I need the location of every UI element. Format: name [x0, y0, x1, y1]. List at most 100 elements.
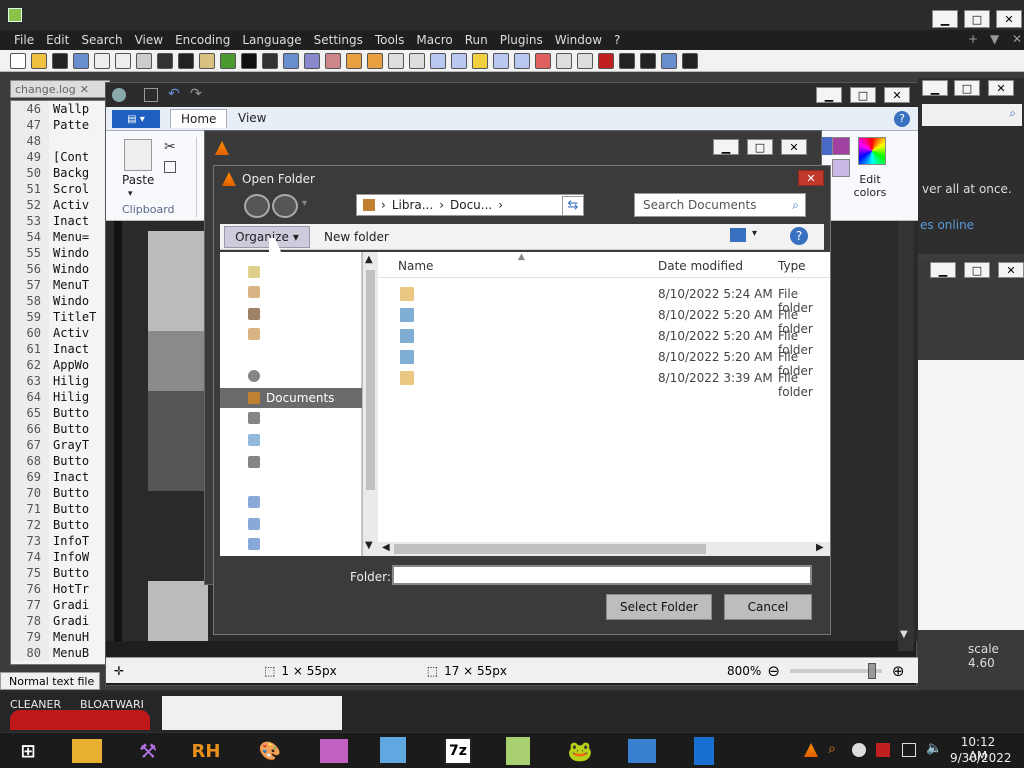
- copy-icon[interactable]: [164, 161, 176, 173]
- editor-line[interactable]: 78 Gradi: [11, 613, 109, 629]
- new-tab-icon[interactable]: +: [962, 32, 984, 46]
- volume-icon[interactable]: 🔈: [926, 741, 942, 756]
- replace-icon[interactable]: [283, 52, 299, 69]
- editor-line[interactable]: 64 Hilig: [11, 389, 109, 405]
- sevenzip-icon[interactable]: 7z: [444, 737, 472, 765]
- organize-button[interactable]: Organize ▾: [224, 226, 310, 248]
- scroll-thumb[interactable]: [366, 270, 375, 490]
- notepadpp-taskbar-icon[interactable]: [506, 737, 530, 765]
- menu-encoding[interactable]: Encoding: [169, 33, 236, 47]
- print-icon[interactable]: [136, 52, 152, 69]
- zoom-slider[interactable]: [789, 662, 882, 679]
- editor-line[interactable]: 71 Butto: [11, 501, 109, 517]
- menu-language[interactable]: Language: [236, 33, 307, 47]
- cut-icon[interactable]: [157, 52, 173, 69]
- vlc-minimize-button[interactable]: ▁: [713, 139, 739, 155]
- clipboard-paste-icon[interactable]: [124, 139, 152, 171]
- editor-line[interactable]: 48: [11, 133, 109, 149]
- right-search-box[interactable]: ⌕: [922, 104, 1022, 126]
- open-file-icon[interactable]: [31, 52, 47, 69]
- monitor-app-icon[interactable]: [628, 739, 656, 763]
- tab-view[interactable]: View: [238, 111, 266, 125]
- color-swatch-purple[interactable]: [832, 137, 850, 155]
- scroll-right-icon[interactable]: ▶: [816, 542, 824, 553]
- cut-icon[interactable]: ✂: [164, 139, 176, 155]
- tree-pictures[interactable]: [220, 430, 362, 450]
- paste-dropdown-icon[interactable]: ▾: [128, 189, 133, 199]
- help-button[interactable]: ?: [790, 227, 808, 245]
- tree-music[interactable]: [220, 408, 362, 428]
- network-tray-icon[interactable]: [902, 743, 916, 757]
- rh-app-icon[interactable]: RH: [192, 737, 221, 765]
- editor-line[interactable]: 61 Inact: [11, 341, 109, 357]
- new-folder-button[interactable]: New folder: [324, 226, 389, 248]
- editor-line[interactable]: 53 Inact: [11, 213, 109, 229]
- back-button[interactable]: [244, 194, 270, 218]
- editor-line[interactable]: 62 AppWo: [11, 357, 109, 373]
- redo-icon[interactable]: [241, 52, 257, 69]
- paint-help-icon[interactable]: ?: [894, 111, 910, 127]
- menu-plugins[interactable]: Plugins: [494, 33, 549, 47]
- column-date-modified[interactable]: Date modified: [658, 259, 743, 273]
- breadcrumb-sep-icon[interactable]: ›: [498, 198, 503, 212]
- zoom-in-button[interactable]: ⊕: [892, 662, 905, 680]
- paint-vscroll[interactable]: ▼: [898, 221, 914, 651]
- editor-line[interactable]: 55 Windo: [11, 245, 109, 261]
- tree-computer[interactable]: [220, 492, 362, 512]
- editor-line[interactable]: 74 InfoW: [11, 549, 109, 565]
- breadcrumb-libraries[interactable]: Libra...: [392, 198, 433, 212]
- editor-line[interactable]: 75 Butto: [11, 565, 109, 581]
- play-macro-icon[interactable]: [640, 52, 656, 69]
- view-dropdown-icon[interactable]: ▾: [752, 228, 757, 239]
- npp-close-button[interactable]: ✕: [996, 10, 1022, 28]
- breadcrumb-documents[interactable]: Docu...: [450, 198, 492, 212]
- paint-undo-icon[interactable]: ↶: [168, 86, 180, 102]
- list-item[interactable]: 8/10/2022 5:24 AM File folder: [378, 284, 830, 315]
- sync-v-icon[interactable]: [346, 52, 362, 69]
- editor-line[interactable]: 68 Butto: [11, 453, 109, 469]
- editor-line[interactable]: 76 HotTr: [11, 581, 109, 597]
- list-item[interactable]: 8/10/2022 5:20 AM File folder: [378, 305, 830, 336]
- editor-line[interactable]: 50 Backg: [11, 165, 109, 181]
- tab-change-log[interactable]: change.log ✕: [10, 80, 110, 98]
- npp-editor[interactable]: 46 Wallp 47 Patte 48 49 [Cont 50 Backg 51 Scrol 52 A…: [10, 100, 110, 665]
- vlc-close-button[interactable]: ✕: [781, 139, 807, 155]
- canvas-image[interactable]: [148, 231, 208, 331]
- notepad-app-icon[interactable]: [380, 737, 406, 763]
- sync-h-icon[interactable]: [367, 52, 383, 69]
- monitor-icon[interactable]: [535, 52, 551, 69]
- list-item[interactable]: 8/10/2022 5:20 AM File folder: [378, 326, 830, 357]
- vlc-tray-icon[interactable]: [804, 743, 818, 757]
- paint-minimize-button[interactable]: ▁: [816, 87, 842, 103]
- scroll-left-icon[interactable]: ◀: [382, 542, 390, 553]
- file-explorer-icon[interactable]: [72, 739, 102, 763]
- right-close-button[interactable]: ✕: [988, 80, 1014, 96]
- tab-close-icon[interactable]: ✕: [80, 83, 89, 96]
- clock-date[interactable]: 9/30/2022: [950, 751, 1012, 765]
- folder-workspace-icon[interactable]: [514, 52, 530, 69]
- doc-map-icon[interactable]: [472, 52, 488, 69]
- copy-icon[interactable]: [178, 52, 194, 69]
- scroll-up-icon[interactable]: ▲: [365, 254, 373, 265]
- frog-app-icon[interactable]: 🐸: [566, 737, 594, 765]
- scroll-down-icon[interactable]: ▼: [900, 629, 912, 641]
- editor-line[interactable]: 70 Butto: [11, 485, 109, 501]
- hammer-app-icon[interactable]: ⚒: [134, 737, 162, 765]
- zoom-slider-thumb[interactable]: [867, 662, 876, 679]
- menu-window[interactable]: Window: [549, 33, 608, 47]
- dialog-close-button[interactable]: ✕: [798, 170, 824, 186]
- editor-line[interactable]: 80 MenuB: [11, 645, 109, 661]
- view-options-icon[interactable]: [730, 228, 746, 242]
- menu-edit[interactable]: Edit: [40, 33, 75, 47]
- search-icon[interactable]: ⌕: [1009, 106, 1016, 121]
- tab-list-icon[interactable]: ▼: [984, 32, 1005, 46]
- close-doc-icon[interactable]: ✕: [1006, 32, 1024, 46]
- editor-line[interactable]: 54 Menu=: [11, 229, 109, 245]
- editor-line[interactable]: 63 Hilig: [11, 373, 109, 389]
- right2-close-button[interactable]: ✕: [998, 262, 1024, 278]
- menu-help[interactable]: ?: [608, 33, 626, 47]
- right2-minimize-button[interactable]: ▁: [930, 262, 956, 278]
- tree-documents[interactable]: Documents: [220, 388, 362, 408]
- editor-line[interactable]: 67 GrayT: [11, 437, 109, 453]
- tree-videos[interactable]: [220, 452, 362, 472]
